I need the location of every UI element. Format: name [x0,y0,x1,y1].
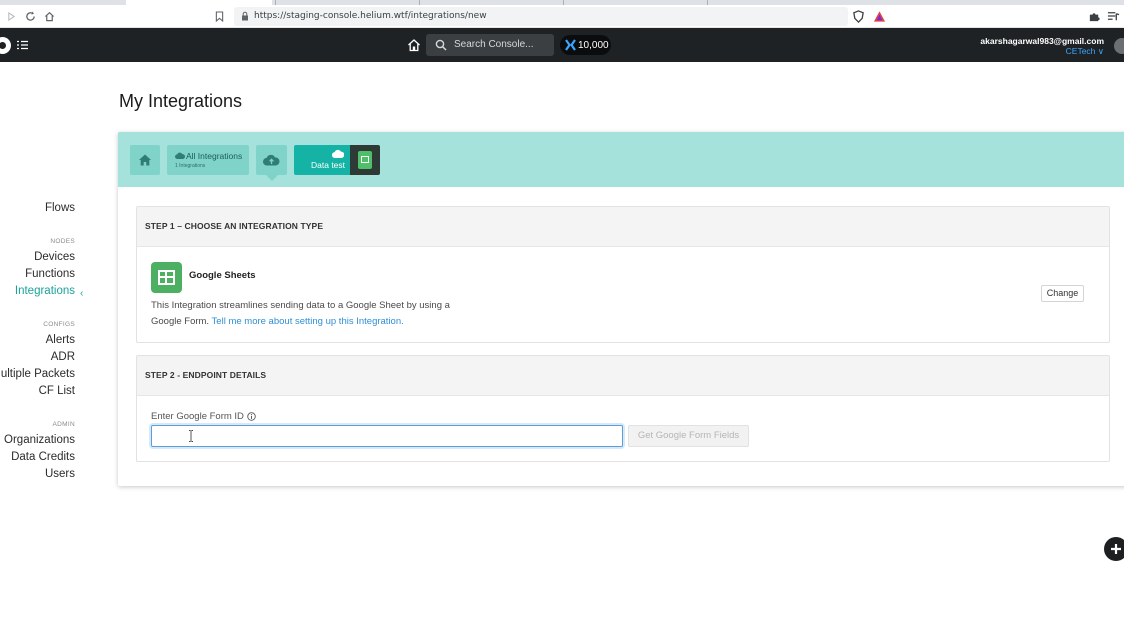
helium-logo-icon[interactable] [0,37,11,54]
all-integrations-label: All Integrations [186,151,243,161]
puzzle-icon[interactable] [1088,10,1101,23]
search-placeholder: Search Console... [454,39,534,50]
active-chevron-icon: ‹ [80,288,84,299]
google-sheets-badge [350,145,380,175]
cloud-upload-icon [263,154,280,166]
google-sheets-icon [151,262,182,293]
sidebar-item-users[interactable]: Users [45,468,75,480]
app-top-nav: Search Console... 10,000 akarshagarwal98… [0,28,1124,62]
sidebar-item-flows[interactable]: Flows [45,202,75,214]
reload-icon[interactable] [23,9,37,23]
sidebar-item-cf-list[interactable]: CF List [39,385,75,397]
integration-card: All Integrations 1 Integrations Data tes… [118,132,1124,486]
shield-icon[interactable] [852,10,865,23]
step1-panel: STEP 1 – CHOOSE AN INTEGRATION TYPE Goog… [136,206,1110,343]
playlist-icon[interactable] [1107,10,1120,23]
back-icon[interactable] [4,9,18,23]
step2-panel: STEP 2 - ENDPOINT DETAILS Enter Google F… [136,355,1110,462]
address-bar[interactable]: https://staging-console.helium.wtf/integ… [234,7,848,26]
credits-value: 10,000 [578,40,609,51]
breadcrumb: All Integrations 1 Integrations Data tes… [118,132,1124,187]
search-input[interactable]: Search Console... [426,34,554,56]
browser-toolbar: https://staging-console.helium.wtf/integ… [0,5,1124,28]
breadcrumb-home-button[interactable] [130,145,160,175]
data-credits-badge[interactable]: 10,000 [560,35,611,55]
integration-type-name: Google Sheets [189,270,256,281]
sidebar-item-adr[interactable]: ADR [51,351,75,363]
integration-description: This Integration streamlines sending dat… [151,298,471,330]
search-icon [435,39,447,51]
url-text: https://staging-console.helium.wtf/integ… [254,11,487,21]
cloud-icon [332,149,344,158]
step1-heading: STEP 1 – CHOOSE AN INTEGRATION TYPE [137,207,1109,247]
current-integration-name: Data test [311,160,346,170]
triangle-icon[interactable] [873,10,886,23]
change-button[interactable]: Change [1041,285,1084,302]
learn-more-link[interactable]: Tell me more about setting up this Integ… [212,316,404,327]
google-sheets-icon [358,151,372,169]
lock-icon [242,11,248,21]
add-button[interactable] [1104,537,1124,561]
breadcrumb-cloud-button[interactable] [256,145,287,181]
home-icon[interactable] [407,38,421,52]
home-icon [139,154,151,166]
breadcrumb-current-integration[interactable]: Data test [294,145,350,175]
plus-icon [1111,544,1121,554]
browser-home-icon[interactable] [42,9,56,23]
sidebar-item-devices[interactable]: Devices [34,251,75,263]
integration-count: 1 Integrations [175,163,206,169]
user-email[interactable]: akarshagarwal983@gmail.com [980,36,1104,46]
menu-icon[interactable] [17,40,28,50]
sidebar-header-admin: ADMIN [52,421,75,428]
sidebar: Flows NODES Devices Functions Integratio… [0,62,105,619]
step2-heading: STEP 2 - ENDPOINT DETAILS [137,356,1109,396]
text-cursor-icon [189,430,193,442]
sidebar-item-data-credits[interactable]: Data Credits [11,451,75,463]
google-form-id-input[interactable] [151,425,623,447]
page-title: My Integrations [119,91,243,111]
bookmark-icon[interactable] [215,11,224,22]
breadcrumb-pointer [266,175,278,181]
sidebar-item-functions[interactable]: Functions [25,268,75,280]
get-form-fields-button[interactable]: Get Google Form Fields [628,425,749,447]
sidebar-item-alerts[interactable]: Alerts [46,334,75,346]
avatar[interactable] [1114,38,1124,54]
google-form-id-label: Enter Google Form ID [151,411,244,422]
info-icon[interactable] [247,412,256,421]
sidebar-item-integrations[interactable]: Integrations [15,285,75,297]
breadcrumb-all-integrations[interactable]: All Integrations 1 Integrations [167,145,249,175]
credits-icon [565,39,576,51]
org-switcher[interactable]: CETech ∨ [1066,46,1104,57]
sidebar-item-organizations[interactable]: Organizations [4,434,75,446]
sidebar-header-configs: CONFIGS [43,321,75,328]
cloud-icon [175,152,185,159]
sidebar-header-nodes: NODES [50,238,75,245]
sidebar-item-multiple-packets[interactable]: Multiple Packets [0,368,75,380]
